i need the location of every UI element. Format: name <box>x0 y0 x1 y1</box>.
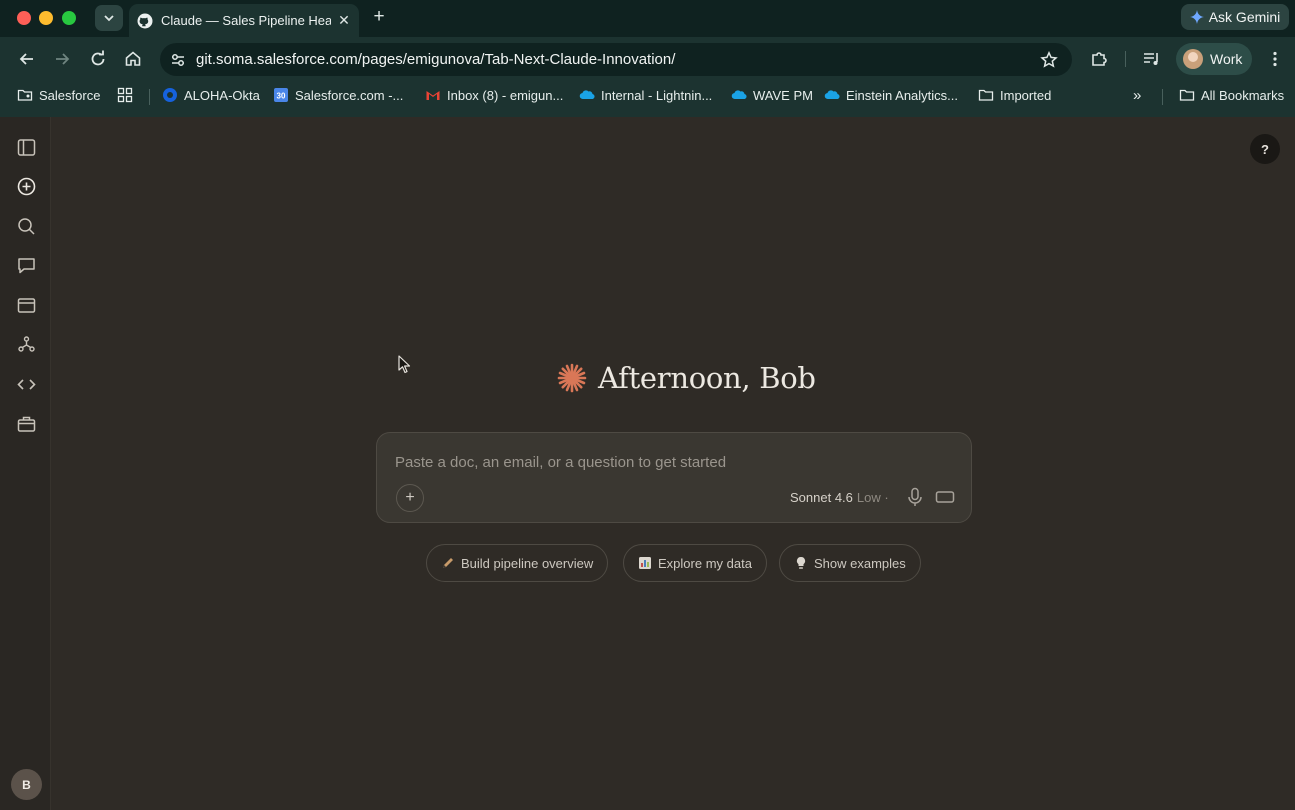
connectors-icon[interactable] <box>16 334 37 355</box>
minimize-window-button[interactable] <box>39 11 53 25</box>
bookmark-star-icon[interactable] <box>1040 51 1058 69</box>
sidebar-rail: B <box>0 117 51 810</box>
bookmark-salesforce-calendar[interactable]: 30 Salesforce.com -... <box>273 87 403 103</box>
double-chevron-icon: » <box>1133 87 1142 104</box>
suggestion-label: Show examples <box>814 555 906 571</box>
ask-gemini-label: Ask Gemini <box>1208 9 1281 25</box>
salesforce-cloud-icon <box>579 90 595 100</box>
new-tab-button[interactable]: + <box>368 6 390 28</box>
media-controls-icon[interactable] <box>1142 49 1162 69</box>
url-text[interactable]: git.soma.salesforce.com/pages/emigunova/… <box>196 51 675 68</box>
maximize-window-button[interactable] <box>62 11 76 25</box>
bookmarks-overflow-button[interactable]: » <box>1133 87 1141 104</box>
bookmark-aloha-okta[interactable]: ALOHA-Okta <box>162 87 260 103</box>
chats-icon[interactable] <box>16 255 37 276</box>
more-menu-icon[interactable] <box>1265 49 1285 69</box>
microphone-icon[interactable] <box>906 487 924 507</box>
search-icon[interactable] <box>16 216 37 237</box>
suggestion-show-examples[interactable]: Show examples <box>779 544 921 582</box>
reload-icon[interactable] <box>88 49 108 69</box>
title-bar: Claude — Sales Pipeline Healt ✕ + Ask Ge… <box>0 0 1295 37</box>
tab-claude[interactable]: Claude — Sales Pipeline Healt ✕ <box>129 4 359 37</box>
close-tab-icon[interactable]: ✕ <box>337 12 351 29</box>
navigation-bar: git.soma.salesforce.com/pages/emigunova/… <box>0 37 1295 81</box>
profile-button[interactable]: Work <box>1176 43 1252 75</box>
claude-spark-icon <box>557 363 587 393</box>
bookmark-divider <box>149 89 150 105</box>
github-icon <box>137 13 153 28</box>
bookmark-wave-pm[interactable]: WAVE PM <box>731 87 813 103</box>
prompt-composer: + Sonnet 4.6Low · <box>376 432 972 523</box>
address-bar[interactable]: git.soma.salesforce.com/pages/emigunova/… <box>160 43 1072 76</box>
close-window-button[interactable] <box>17 11 31 25</box>
calendar-30-icon: 30 <box>274 88 288 102</box>
bookmark-label: WAVE PM <box>753 87 813 103</box>
gmail-icon <box>426 91 440 100</box>
model-effort: Low · <box>856 490 889 505</box>
bookmark-label: Salesforce.com -... <box>295 87 404 103</box>
okta-icon <box>163 88 177 102</box>
apps-grid-icon <box>117 87 133 103</box>
pencil-icon <box>443 558 453 568</box>
bookmark-label: Internal - Lightnin... <box>601 87 713 103</box>
bookmark-salesforce-folder[interactable]: Salesforce <box>17 87 100 103</box>
home-icon[interactable] <box>123 49 143 69</box>
attach-button[interactable]: + <box>396 484 424 512</box>
claude-app: B ? Afternoon, Bob + Sonnet 4.6Low · Bui… <box>0 117 1295 810</box>
profile-avatar <box>1183 49 1203 69</box>
bookmarks-bar: Salesforce ALOHA-Okta 30 Salesforce.com … <box>0 83 1295 109</box>
greeting: Afternoon, Bob <box>556 360 816 396</box>
user-avatar[interactable]: B <box>11 769 42 800</box>
bar-chart-icon <box>639 557 651 569</box>
salesforce-cloud-icon <box>824 90 840 100</box>
model-name: Sonnet 4.6 <box>790 490 853 505</box>
profile-label: Work <box>1210 51 1243 67</box>
tab-search-button[interactable] <box>95 5 123 31</box>
help-button[interactable]: ? <box>1250 134 1280 164</box>
bookmark-label: Einstein Analytics... <box>846 87 958 103</box>
gemini-sparkle-icon <box>1189 10 1204 24</box>
model-selector[interactable]: Sonnet 4.6 Low · <box>790 490 889 505</box>
new-chat-icon[interactable] <box>16 176 37 197</box>
suggestion-explore-data[interactable]: Explore my data <box>623 544 767 582</box>
voice-mode-icon[interactable] <box>935 489 955 505</box>
tab-title: Claude — Sales Pipeline Healt <box>161 13 331 28</box>
bookmark-label: Inbox (8) - emigun... <box>447 87 564 103</box>
bookmark-label: Salesforce <box>39 87 101 103</box>
bookmark-internal-lightning[interactable]: Internal - Lightnin... <box>579 87 712 103</box>
all-bookmarks-folder[interactable]: All Bookmarks <box>1179 87 1284 103</box>
greeting-text: Afternoon, Bob <box>598 361 816 395</box>
bookmark-imported-folder[interactable]: Imported <box>978 87 1051 103</box>
mouse-pointer-icon <box>398 355 411 374</box>
suggestion-label: Explore my data <box>658 555 752 571</box>
suggestion-label: Build pipeline overview <box>461 555 594 571</box>
prompt-input[interactable] <box>395 452 955 472</box>
extensions-puzzle-icon[interactable] <box>1089 49 1109 69</box>
all-bookmarks-label: All Bookmarks <box>1201 87 1285 103</box>
bookmark-apps[interactable] <box>117 87 133 103</box>
folder-icon <box>1179 89 1195 101</box>
ask-gemini-button[interactable]: Ask Gemini <box>1181 4 1289 30</box>
sidebar-toggle-icon[interactable] <box>16 137 37 158</box>
forward-arrow-icon[interactable] <box>52 49 72 69</box>
toolbar-divider <box>1125 51 1126 67</box>
bookmark-label: Imported <box>1000 87 1052 103</box>
bookmark-einstein-analytics[interactable]: Einstein Analytics... <box>824 87 958 103</box>
browser-chrome: Claude — Sales Pipeline Healt ✕ + Ask Ge… <box>0 0 1295 117</box>
lightbulb-icon <box>796 556 806 569</box>
suggestion-build-pipeline[interactable]: Build pipeline overview <box>426 544 609 582</box>
folder-icon <box>978 89 994 101</box>
bookmark-divider <box>1162 89 1163 105</box>
chevron-down-icon <box>104 15 114 22</box>
calendar-badge: 30 <box>277 92 286 101</box>
projects-icon[interactable] <box>16 295 37 316</box>
folder-person-icon <box>17 89 33 101</box>
bookmark-label: ALOHA-Okta <box>184 87 260 103</box>
briefcase-icon[interactable] <box>16 414 37 435</box>
site-settings-icon[interactable] <box>169 51 187 69</box>
bookmark-gmail-inbox[interactable]: Inbox (8) - emigun... <box>425 87 563 103</box>
code-icon[interactable] <box>16 374 37 395</box>
salesforce-cloud-icon <box>731 90 747 100</box>
back-arrow-icon[interactable] <box>17 49 37 69</box>
